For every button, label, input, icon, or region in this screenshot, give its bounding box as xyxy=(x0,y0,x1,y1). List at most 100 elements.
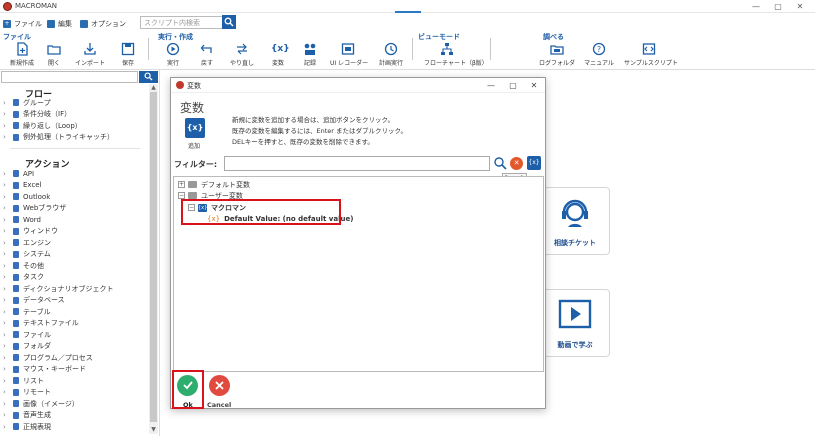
chevron-right-icon[interactable]: › xyxy=(3,181,13,189)
sidebar-item[interactable]: › テキストファイル xyxy=(3,318,79,329)
chevron-right-icon[interactable]: › xyxy=(3,99,13,107)
clear-filter-icon[interactable]: ✕ xyxy=(510,157,523,170)
sidebar-item[interactable]: › 条件分岐（IF） xyxy=(3,109,71,120)
chevron-right-icon[interactable]: › xyxy=(3,296,13,304)
chevron-right-icon[interactable]: › xyxy=(3,377,13,385)
sidebar-item[interactable]: › その他 xyxy=(3,260,44,271)
variable-button[interactable]: {x} 変数 xyxy=(260,42,296,68)
flowchart-button[interactable]: フローチャート（β版） xyxy=(424,42,488,68)
add-variable-icon[interactable]: {x} xyxy=(185,118,205,138)
plan-run-button[interactable]: 計画実行 xyxy=(373,42,409,68)
chevron-right-icon[interactable]: › xyxy=(3,342,13,350)
sidebar-item[interactable]: › ファイル xyxy=(3,329,51,340)
chevron-right-icon[interactable]: › xyxy=(3,133,13,141)
sidebar-item[interactable]: › 例外処理（トライキャッチ） xyxy=(3,132,114,143)
sidebar-item[interactable]: › システム xyxy=(3,249,51,260)
sidebar-item[interactable]: › 画像（イメージ） xyxy=(3,398,79,409)
sidebar-item[interactable]: › Outlook xyxy=(3,191,50,202)
new-button[interactable]: 新規作成 xyxy=(4,42,40,68)
sidebar-item[interactable]: › リスト xyxy=(3,375,44,386)
record-button[interactable]: 記録 xyxy=(292,42,328,68)
cancel-button[interactable] xyxy=(209,375,230,396)
action-search-input[interactable] xyxy=(1,71,138,83)
sidebar-item[interactable]: › Word xyxy=(3,214,41,225)
manual-button[interactable]: ? マニュアル xyxy=(581,42,617,68)
chevron-right-icon[interactable]: › xyxy=(3,273,13,281)
script-search-button[interactable] xyxy=(222,15,236,29)
variable-filter-icon[interactable]: {x} xyxy=(527,156,541,170)
chevron-right-icon[interactable]: › xyxy=(3,227,13,235)
dialog-minimize-button[interactable]: — xyxy=(483,80,499,91)
script-search-input[interactable]: スクリプト内検索 xyxy=(140,16,223,29)
log-folder-button[interactable]: ログフォルダ xyxy=(539,42,575,68)
sidebar-item[interactable]: › グループ xyxy=(3,97,51,108)
redo-button[interactable]: やり直し xyxy=(224,42,260,68)
menu-options[interactable]: オプション xyxy=(80,17,126,30)
chevron-right-icon[interactable]: › xyxy=(3,122,13,130)
sidebar-item[interactable]: › 繰り返し（Loop） xyxy=(3,120,82,131)
sidebar-item[interactable]: › データベース xyxy=(3,295,65,306)
open-button[interactable]: 開く xyxy=(36,42,72,68)
chevron-right-icon[interactable]: › xyxy=(3,193,13,201)
scroll-up-icon[interactable]: ▲ xyxy=(149,84,158,92)
menu-file[interactable]: + ファイル xyxy=(3,17,42,30)
import-icon xyxy=(84,43,96,55)
chevron-right-icon[interactable]: › xyxy=(3,319,13,327)
expand-icon[interactable]: + xyxy=(178,181,185,188)
dialog-maximize-button[interactable]: ▢ xyxy=(505,80,521,91)
sidebar-item[interactable]: › タスク xyxy=(3,272,44,283)
chevron-right-icon[interactable]: › xyxy=(3,411,13,419)
scroll-down-icon[interactable]: ▼ xyxy=(149,426,158,434)
chevron-right-icon[interactable]: › xyxy=(3,216,13,224)
sidebar-item[interactable]: › 正規表現 xyxy=(3,421,51,432)
minimize-button[interactable]: — xyxy=(746,1,766,12)
sidebar-item[interactable]: › リモート xyxy=(3,387,51,398)
support-ticket-tile[interactable]: 相談チケット xyxy=(540,187,610,255)
sidebar-item[interactable]: › フォルダ xyxy=(3,341,51,352)
add-variable-label[interactable]: 追加 xyxy=(188,141,200,150)
chevron-right-icon[interactable]: › xyxy=(3,365,13,373)
sidebar-item[interactable]: › ウィンドウ xyxy=(3,226,58,237)
chevron-right-icon[interactable]: › xyxy=(3,110,13,118)
save-button[interactable]: 保存 xyxy=(110,42,146,68)
chevron-right-icon[interactable]: › xyxy=(3,285,13,293)
maximize-button[interactable]: ▢ xyxy=(768,1,788,12)
filter-input[interactable] xyxy=(224,156,490,171)
collapse-icon[interactable]: − xyxy=(178,192,185,199)
run-button[interactable]: 実行 xyxy=(155,42,191,68)
chevron-right-icon[interactable]: › xyxy=(3,239,13,247)
sample-script-button[interactable]: サンプルスクリプト xyxy=(624,42,678,68)
chevron-right-icon[interactable]: › xyxy=(3,308,13,316)
cancel-button-label[interactable]: Cancel xyxy=(207,401,231,409)
chevron-right-icon[interactable]: › xyxy=(3,331,13,339)
chevron-right-icon[interactable]: › xyxy=(3,423,13,431)
sidebar-item[interactable]: › テーブル xyxy=(3,306,51,317)
sidebar-item[interactable]: › マウス・キーボード xyxy=(3,364,86,375)
search-icon[interactable] xyxy=(493,156,507,170)
manual-button-label: マニュアル xyxy=(584,60,614,67)
sidebar-scroll-thumb[interactable] xyxy=(150,92,157,422)
sidebar-item[interactable]: › 音声生成 xyxy=(3,410,51,421)
sidebar-item[interactable]: › エンジン xyxy=(3,237,51,248)
sidebar-item[interactable]: › ディクショナリオブジェクト xyxy=(3,283,114,294)
dialog-close-button[interactable]: ✕ xyxy=(526,80,542,91)
chevron-right-icon[interactable]: › xyxy=(3,354,13,362)
chevron-right-icon[interactable]: › xyxy=(3,388,13,396)
close-button[interactable]: ✕ xyxy=(790,1,810,12)
chevron-right-icon[interactable]: › xyxy=(3,204,13,212)
import-button[interactable]: インポート xyxy=(72,42,108,68)
ui-recorder-button[interactable]: UI レコーダー xyxy=(330,42,368,68)
sidebar-item[interactable]: › Webブラウザ xyxy=(3,203,66,214)
sidebar-item[interactable]: › Excel xyxy=(3,180,42,191)
action-search-button[interactable] xyxy=(139,71,158,83)
video-tile[interactable]: 動画で学ぶ xyxy=(540,289,610,357)
undo-button[interactable]: 戻す xyxy=(189,42,225,68)
chevron-right-icon[interactable]: › xyxy=(3,250,13,258)
chevron-right-icon[interactable]: › xyxy=(3,262,13,270)
tree-node-default-variables[interactable]: + デフォルト変数 xyxy=(178,179,250,190)
chevron-right-icon[interactable]: › xyxy=(3,400,13,408)
sidebar-item[interactable]: › API xyxy=(3,168,34,179)
chevron-right-icon[interactable]: › xyxy=(3,170,13,178)
menu-edit[interactable]: 編集 xyxy=(47,17,72,30)
sidebar-item[interactable]: › プログラム／プロセス xyxy=(3,352,93,363)
